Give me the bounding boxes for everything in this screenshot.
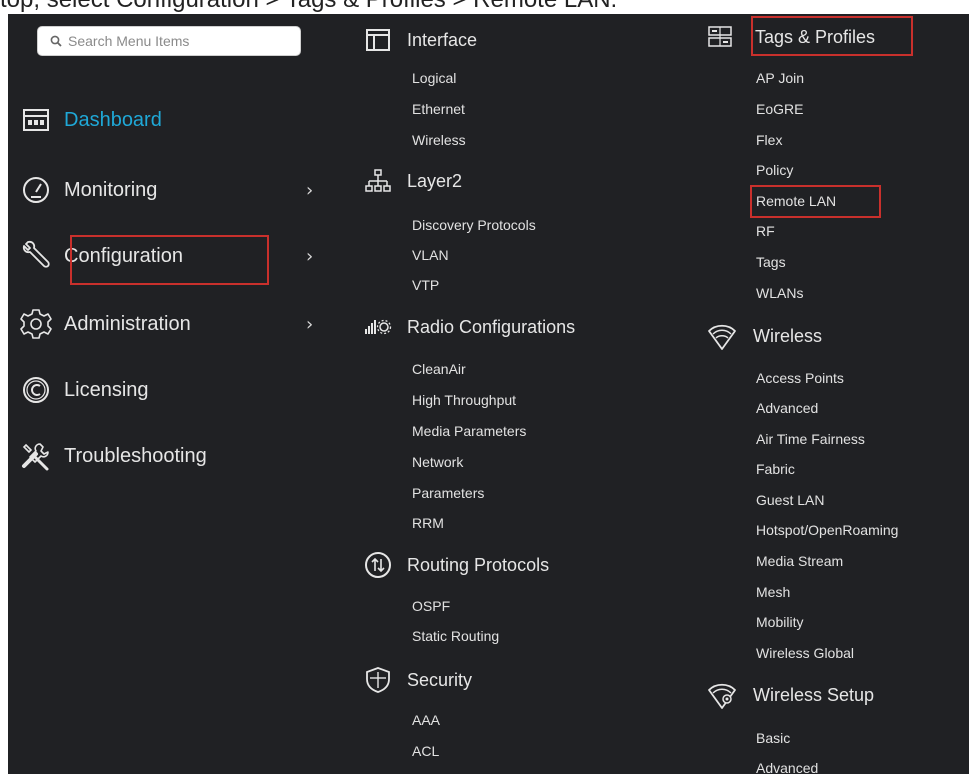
shield-icon <box>363 665 393 695</box>
left-margin <box>0 14 8 774</box>
section-label: Interface <box>407 29 478 50</box>
nav-item-administration[interactable]: Administration › <box>18 304 328 344</box>
section-routing-protocols[interactable]: Routing Protocols <box>363 550 549 580</box>
menu-item-advanced[interactable]: Advanced <box>756 400 818 416</box>
menu-item-advanced-setup[interactable]: Advanced <box>756 760 818 774</box>
menu-item-wlans[interactable]: WLANs <box>756 285 803 301</box>
chevron-right-icon: › <box>306 314 314 335</box>
section-label: Layer2 <box>407 170 463 191</box>
tools-icon <box>18 438 54 474</box>
menu-item-high-throughput[interactable]: High Throughput <box>412 392 516 408</box>
nav-label-licensing: Licensing <box>64 378 149 401</box>
wifi-gear-icon <box>707 680 737 710</box>
nav-label-troubleshooting: Troubleshooting <box>64 444 207 467</box>
tags-icon <box>705 22 735 52</box>
menu-item-guest-lan[interactable]: Guest LAN <box>756 492 824 508</box>
menu-item-hotspot-openroaming[interactable]: Hotspot/OpenRoaming <box>756 522 898 538</box>
menu-item-rf[interactable]: RF <box>756 223 775 239</box>
section-wireless[interactable]: Wireless <box>707 321 822 351</box>
menu-item-tags[interactable]: Tags <box>756 254 786 270</box>
nav-label-administration: Administration <box>64 312 191 335</box>
menu-item-eogre[interactable]: EoGRE <box>756 101 803 117</box>
menu-item-media-stream[interactable]: Media Stream <box>756 553 843 569</box>
menu-item-ospf[interactable]: OSPF <box>412 598 450 614</box>
wifi-icon <box>707 321 737 351</box>
menu-item-vlan[interactable]: VLAN <box>412 247 449 263</box>
radio-icon <box>363 312 393 342</box>
chevron-right-icon: › <box>306 180 314 201</box>
wrench-icon <box>18 238 54 274</box>
dashboard-icon <box>18 102 54 138</box>
menu-item-basic[interactable]: Basic <box>756 730 790 746</box>
menu-item-parameters[interactable]: Parameters <box>412 485 484 501</box>
search-input[interactable] <box>68 33 288 49</box>
menu-item-policy[interactable]: Policy <box>756 162 793 178</box>
menu-item-acl[interactable]: ACL <box>412 743 439 759</box>
section-radio-configurations[interactable]: Radio Configurations <box>363 312 575 342</box>
menu-item-wireless-global[interactable]: Wireless Global <box>756 645 854 661</box>
menu-item-aaa[interactable]: AAA <box>412 712 440 728</box>
section-label: Routing Protocols <box>407 554 550 575</box>
cropped-header: top, select Configuration > Tags & Profi… <box>0 0 969 14</box>
nav-label-monitoring: Monitoring <box>64 178 158 201</box>
highlight-configuration <box>70 235 269 285</box>
section-wireless-setup[interactable]: Wireless Setup <box>707 680 874 710</box>
interface-icon <box>363 25 393 55</box>
menu-item-fabric[interactable]: Fabric <box>756 461 795 477</box>
section-label: Wireless Setup <box>753 684 875 705</box>
section-label: Tags & Profiles <box>755 26 876 47</box>
license-icon <box>18 372 54 408</box>
section-security[interactable]: Security <box>363 665 472 695</box>
gear-icon <box>18 306 54 342</box>
chevron-right-icon: › <box>306 246 314 267</box>
section-interface[interactable]: Interface <box>363 25 477 55</box>
section-layer2[interactable]: Layer2 <box>363 166 462 196</box>
menu-item-cleanair[interactable]: CleanAir <box>412 361 466 377</box>
menu-item-remote-lan[interactable]: Remote LAN <box>756 193 836 209</box>
nav-item-monitoring[interactable]: Monitoring › <box>18 170 328 210</box>
menu-item-media-parameters[interactable]: Media Parameters <box>412 423 526 439</box>
menu-item-static-routing[interactable]: Static Routing <box>412 628 499 644</box>
menu-item-flex[interactable]: Flex <box>756 132 782 148</box>
menu-item-ap-join[interactable]: AP Join <box>756 70 804 86</box>
cropped-header-text: top, select Configuration > Tags & Profi… <box>0 0 617 14</box>
menu-item-vtp[interactable]: VTP <box>412 277 439 293</box>
routing-icon <box>363 550 393 580</box>
menu-item-ethernet[interactable]: Ethernet <box>412 101 465 117</box>
section-tags-profiles[interactable]: Tags & Profiles <box>705 22 875 52</box>
menu-item-air-time-fairness[interactable]: Air Time Fairness <box>756 431 865 447</box>
menu-item-logical[interactable]: Logical <box>412 70 456 86</box>
menu-item-mesh[interactable]: Mesh <box>756 584 790 600</box>
section-label: Security <box>407 669 473 690</box>
section-label: Wireless <box>753 325 823 346</box>
nav-item-troubleshooting[interactable]: Troubleshooting <box>18 436 328 476</box>
menu-item-discovery-protocols[interactable]: Discovery Protocols <box>412 217 536 233</box>
menu-item-mobility[interactable]: Mobility <box>756 614 803 630</box>
section-label: Radio Configurations <box>407 316 576 337</box>
menu-item-wireless[interactable]: Wireless <box>412 132 466 148</box>
nav-item-licensing[interactable]: Licensing <box>18 370 328 410</box>
menu-item-access-points[interactable]: Access Points <box>756 370 844 386</box>
menu-item-network[interactable]: Network <box>412 454 463 470</box>
layer2-icon <box>363 166 393 196</box>
nav-item-dashboard[interactable]: Dashboard <box>18 100 328 140</box>
search-box[interactable] <box>37 26 301 56</box>
menu-item-rrm[interactable]: RRM <box>412 515 444 531</box>
gauge-icon <box>18 172 54 208</box>
nav-label-dashboard: Dashboard <box>64 108 162 131</box>
search-icon <box>50 35 62 47</box>
